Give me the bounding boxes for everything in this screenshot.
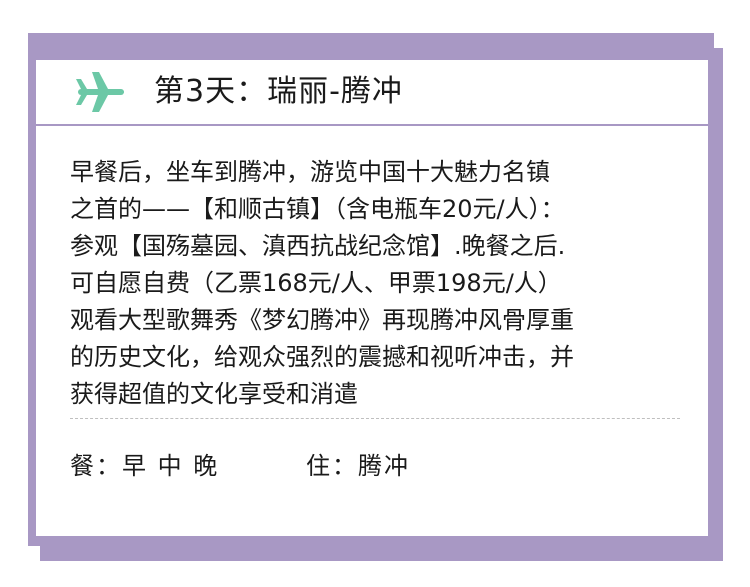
description-line: 的历史文化，给观众强烈的震撼和视听冲击，并 <box>70 343 574 371</box>
card-header: 第3天：瑞丽-腾冲 <box>36 60 708 126</box>
description-line: 早餐后，坐车到腾冲，游览中国十大魅力名镇 <box>70 158 550 186</box>
dashed-divider <box>70 418 680 419</box>
description-line: 参观【国殇墓园、滇西抗战纪念馆】.晚餐之后. <box>70 232 566 260</box>
description-line: 观看大型歌舞秀《梦幻腾冲》再现腾冲风骨厚重 <box>70 306 574 334</box>
meals-info: 餐：早 中 晚 <box>70 452 220 480</box>
description-line: 之首的——【和顺古镇】（含电瓶车20元/人）： <box>70 195 565 223</box>
itinerary-card: 第3天：瑞丽-腾冲 早餐后，坐车到腾冲，游览中国十大魅力名镇 之首的——【和顺古… <box>36 60 708 536</box>
day-title: 第3天：瑞丽-腾冲 <box>154 74 403 109</box>
plane-icon <box>76 72 124 112</box>
description-line: 可自愿自费（乙票168元/人、甲票198元/人） <box>70 269 562 297</box>
description-line: 获得超值的文化享受和消遣 <box>70 380 358 408</box>
itinerary-description: 早餐后，坐车到腾冲，游览中国十大魅力名镇 之首的——【和顺古镇】（含电瓶车20元… <box>70 154 680 413</box>
accommodation-info: 住：腾冲 <box>306 452 410 480</box>
